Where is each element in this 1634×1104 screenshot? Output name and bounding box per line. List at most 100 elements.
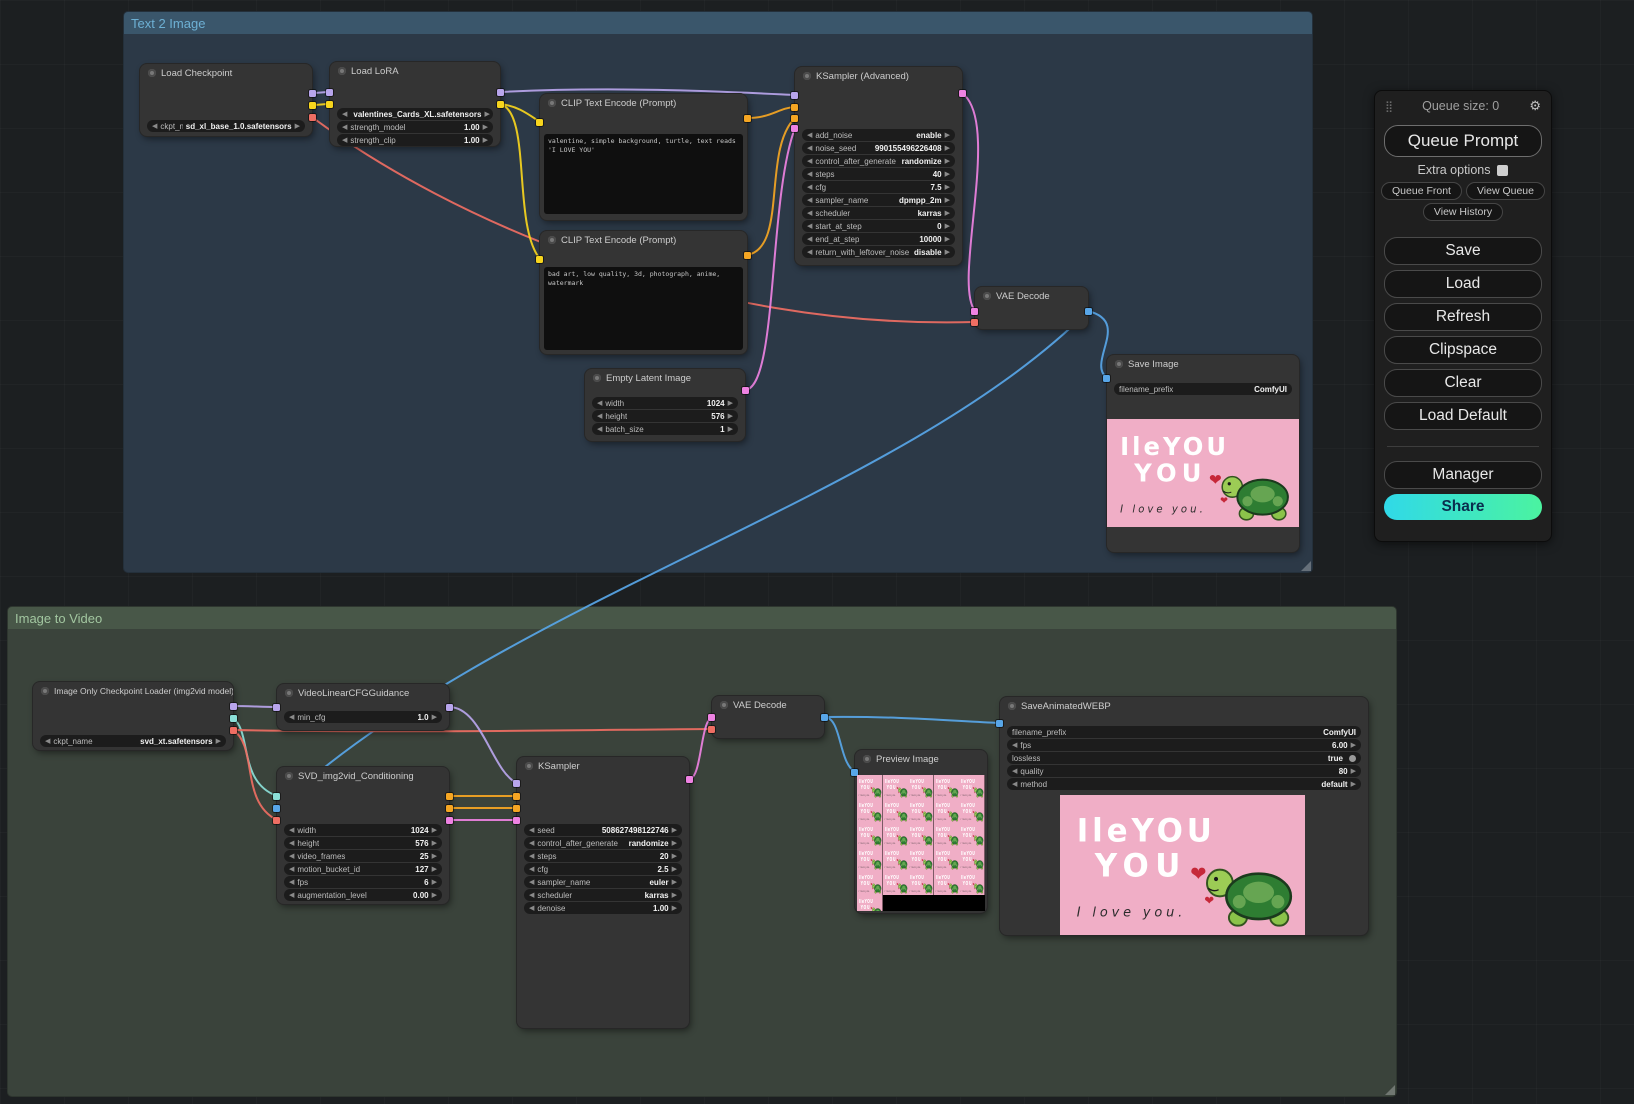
increment-arrow-icon[interactable]: ▶ [484,111,489,118]
input-port-images[interactable] [1103,375,1110,382]
widget-steps[interactable]: ◀steps20▶ [524,850,682,862]
decrement-arrow-icon[interactable]: ◀ [289,866,294,873]
widget-height[interactable]: ◀height576▶ [592,410,738,422]
view-history-button[interactable]: View History [1423,203,1503,221]
settings-gear-icon[interactable]: ⚙ [1529,98,1541,114]
node-title[interactable]: KSampler (Advanced) [795,67,962,85]
increment-arrow-icon[interactable]: ▶ [728,426,733,433]
node-title[interactable]: Load Checkpoint [140,64,312,82]
decrement-arrow-icon[interactable]: ◀ [289,840,294,847]
increment-arrow-icon[interactable]: ▶ [295,123,300,130]
toggle-knob-icon[interactable] [1349,755,1356,762]
collapse-dot-icon[interactable] [548,236,556,244]
clipspace-button[interactable]: Clipspace [1384,336,1542,364]
widget-return_with_leftover_noise[interactable]: ◀return_with_leftover_noisedisable▶ [802,246,955,258]
collapse-dot-icon[interactable] [983,292,991,300]
input-port-model[interactable] [273,704,280,711]
input-port-clip[interactable] [536,119,543,126]
save-button[interactable]: Save [1384,237,1542,265]
decrement-arrow-icon[interactable]: ◀ [597,413,602,420]
node-clip-text-encode-positive[interactable]: CLIP Text Encode (Prompt)valentine, simp… [540,94,747,220]
decrement-arrow-icon[interactable]: ◀ [597,400,602,407]
widget-width[interactable]: ◀width1024▶ [284,824,442,836]
node-empty-latent-image[interactable]: Empty Latent Image◀width1024▶◀height576▶… [585,369,745,441]
output-port-vae[interactable] [230,727,237,734]
menu-drag-handle-icon[interactable]: ⣿ [1385,100,1392,113]
decrement-arrow-icon[interactable]: ◀ [807,210,812,217]
node-preview-image[interactable]: Preview Image [855,750,987,913]
increment-arrow-icon[interactable]: ▶ [672,905,677,912]
increment-arrow-icon[interactable]: ▶ [1351,781,1356,788]
view-queue-button[interactable]: View Queue [1466,182,1545,200]
node-title[interactable]: Save Image [1107,355,1299,373]
output-port-latent[interactable] [446,817,453,824]
decrement-arrow-icon[interactable]: ◀ [807,197,812,204]
widget-video_frames[interactable]: ◀video_frames25▶ [284,850,442,862]
input-port-positive[interactable] [791,104,798,111]
widget-fps[interactable]: ◀fps6▶ [284,876,442,888]
decrement-arrow-icon[interactable]: ◀ [1012,781,1017,788]
collapse-dot-icon[interactable] [41,687,49,695]
widget-end_at_step[interactable]: ◀end_at_step10000▶ [802,233,955,245]
widget-ckpt_name[interactable]: ◀ckpt_namesvd_xt.safetensors▶ [40,735,226,747]
increment-arrow-icon[interactable]: ▶ [945,223,950,230]
collapse-dot-icon[interactable] [863,755,871,763]
widget-fps[interactable]: ◀fps6.00▶ [1007,739,1361,751]
node-title[interactable]: Load LoRA [330,62,500,80]
output-port-model[interactable] [497,89,504,96]
widget-steps[interactable]: ◀steps40▶ [802,168,955,180]
increment-arrow-icon[interactable]: ▶ [672,879,677,886]
increment-arrow-icon[interactable]: ▶ [432,892,437,899]
increment-arrow-icon[interactable]: ▶ [945,249,950,256]
node-vae-decode-top[interactable]: VAE Decode [975,287,1088,329]
output-port-clip[interactable] [309,102,316,109]
input-port-samples[interactable] [971,308,978,315]
output-port-model[interactable] [446,704,453,711]
output-port-latent[interactable] [959,90,966,97]
decrement-arrow-icon[interactable]: ◀ [807,145,812,152]
input-port-clip[interactable] [326,101,333,108]
load-button[interactable]: Load [1384,270,1542,298]
decrement-arrow-icon[interactable]: ◀ [529,840,534,847]
collapse-dot-icon[interactable] [593,374,601,382]
input-port-clip[interactable] [536,256,543,263]
increment-arrow-icon[interactable]: ▶ [432,879,437,886]
input-port-model[interactable] [791,92,798,99]
decrement-arrow-icon[interactable]: ◀ [807,171,812,178]
widget-noise_seed[interactable]: ◀noise_seed990155496226408▶ [802,142,955,154]
output-port-positive[interactable] [446,793,453,800]
manager-button[interactable]: Manager [1384,461,1542,489]
input-port-init_image[interactable] [273,805,280,812]
decrement-arrow-icon[interactable]: ◀ [152,123,157,130]
output-port-vae[interactable] [309,114,316,121]
increment-arrow-icon[interactable]: ▶ [432,714,437,721]
decrement-arrow-icon[interactable]: ◀ [529,879,534,886]
output-port-image[interactable] [1085,308,1092,315]
widget-scheduler[interactable]: ◀schedulerkarras▶ [524,889,682,901]
widget-cfg[interactable]: ◀cfg7.5▶ [802,181,955,193]
increment-arrow-icon[interactable]: ▶ [945,171,950,178]
input-port-vae[interactable] [273,817,280,824]
collapse-dot-icon[interactable] [285,772,293,780]
decrement-arrow-icon[interactable]: ◀ [289,827,294,834]
decrement-arrow-icon[interactable]: ◀ [529,866,534,873]
collapse-dot-icon[interactable] [338,67,346,75]
increment-arrow-icon[interactable]: ▶ [945,184,950,191]
widget-denoise[interactable]: ◀denoise1.00▶ [524,902,682,914]
increment-arrow-icon[interactable]: ▶ [672,840,677,847]
decrement-arrow-icon[interactable]: ◀ [342,124,347,131]
decrement-arrow-icon[interactable]: ◀ [529,905,534,912]
increment-arrow-icon[interactable]: ▶ [672,853,677,860]
widget-ckpt_name[interactable]: ◀ckpt_namesd_xl_base_1.0.safetensors▶ [147,120,305,132]
widget-quality[interactable]: ◀quality80▶ [1007,765,1361,777]
collapse-dot-icon[interactable] [1008,702,1016,710]
queue-prompt-button[interactable]: Queue Prompt [1384,125,1542,157]
increment-arrow-icon[interactable]: ▶ [945,158,950,165]
widget-augmentation_level[interactable]: ◀augmentation_level0.00▶ [284,889,442,901]
node-graph-canvas[interactable]: Text 2 Image Image to Video [0,0,1634,1104]
input-port-model[interactable] [326,89,333,96]
widget-cfg[interactable]: ◀cfg2.5▶ [524,863,682,875]
widget-control_after_generate[interactable]: ◀control_after_generaterandomize▶ [524,837,682,849]
increment-arrow-icon[interactable]: ▶ [672,866,677,873]
widget-width[interactable]: ◀width1024▶ [592,397,738,409]
